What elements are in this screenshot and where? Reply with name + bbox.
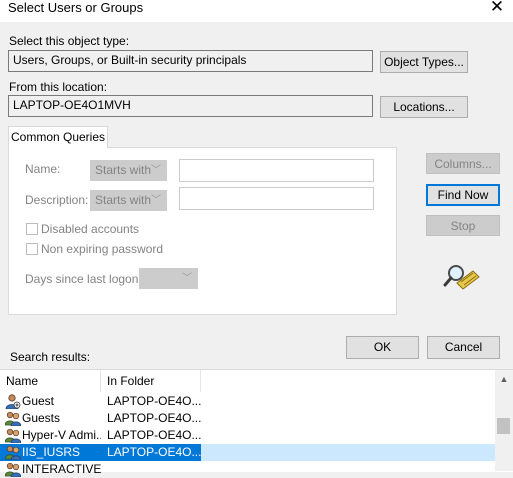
columns-button[interactable]: Columns...	[426, 153, 500, 174]
search-results-label: Search results:	[10, 350, 91, 364]
object-types-button[interactable]: Object Types...	[380, 51, 468, 73]
location-label: From this location:	[9, 80, 108, 94]
name-match-value: Starts with	[95, 163, 152, 177]
row-folder: LAPTOP-OE4O...	[107, 428, 201, 442]
name-label: Name:	[25, 162, 61, 176]
row-name: Guest	[22, 394, 55, 408]
row-folder: LAPTOP-OE4O...	[107, 411, 201, 425]
user-icon	[5, 394, 21, 409]
search-users-icon	[443, 265, 480, 290]
description-match-select[interactable]: Starts with ﹀	[90, 190, 167, 211]
name-input[interactable]	[179, 159, 374, 182]
scrollbar-thumb[interactable]	[497, 418, 510, 434]
chevron-down-icon: ﹀	[151, 195, 161, 206]
column-header-name[interactable]: Name	[0, 370, 101, 392]
chevron-down-icon: ﹀	[151, 165, 161, 176]
ok-button[interactable]: OK	[346, 336, 419, 359]
window-title: Select Users or Groups	[8, 0, 144, 15]
disabled-accounts-checkbox[interactable]	[26, 223, 38, 235]
row-name: IIS_IUSRS	[22, 445, 81, 459]
stop-button[interactable]: Stop	[426, 215, 500, 236]
row-name: Guests	[22, 411, 61, 425]
non-expiring-password-checkbox[interactable]	[26, 243, 38, 255]
description-label: Description:	[25, 193, 89, 207]
group-icon	[5, 411, 21, 426]
locations-button[interactable]: Locations...	[380, 96, 468, 118]
table-row[interactable]: Guest LAPTOP-OE4O...	[0, 393, 495, 410]
row-folder: LAPTOP-OE4O...	[107, 394, 201, 408]
row-name: INTERACTIVE	[22, 462, 101, 476]
days-since-logon-label: Days since last logon:	[25, 272, 142, 286]
object-type-label: Select this object type:	[9, 34, 130, 48]
non-expiring-password-label: Non expiring password	[41, 242, 164, 256]
name-match-select[interactable]: Starts with ﹀	[90, 160, 167, 181]
column-header-in-folder[interactable]: In Folder	[101, 370, 201, 392]
row-name: Hyper-V Admi...	[22, 428, 101, 442]
table-row-selected[interactable]: IIS_IUSRS LAPTOP-OE4O...	[0, 444, 495, 461]
find-now-button[interactable]: Find Now	[426, 184, 500, 206]
days-since-logon-select[interactable]: ﹀	[139, 268, 198, 289]
object-type-field: Users, Groups, or Built-in security prin…	[8, 50, 373, 72]
scroll-up-icon[interactable]: ▲	[495, 372, 513, 386]
group-icon	[5, 462, 21, 477]
description-input[interactable]	[179, 187, 374, 210]
table-row[interactable]: INTERACTIVE	[0, 461, 495, 478]
cancel-button[interactable]: Cancel	[427, 336, 500, 359]
close-icon[interactable]: ✕	[488, 0, 506, 16]
disabled-accounts-label: Disabled accounts	[41, 222, 140, 236]
chevron-down-icon: ﹀	[182, 273, 192, 284]
description-match-value: Starts with	[95, 193, 152, 207]
location-field: LAPTOP-OE4O1MVH	[8, 95, 373, 117]
row-folder: LAPTOP-OE4O...	[107, 445, 201, 459]
tab-common-queries[interactable]: Common Queries	[8, 126, 108, 148]
group-icon	[5, 445, 21, 460]
table-row[interactable]: Hyper-V Admi... LAPTOP-OE4O...	[0, 427, 495, 444]
table-row[interactable]: Guests LAPTOP-OE4O...	[0, 410, 495, 427]
group-icon	[5, 428, 21, 443]
